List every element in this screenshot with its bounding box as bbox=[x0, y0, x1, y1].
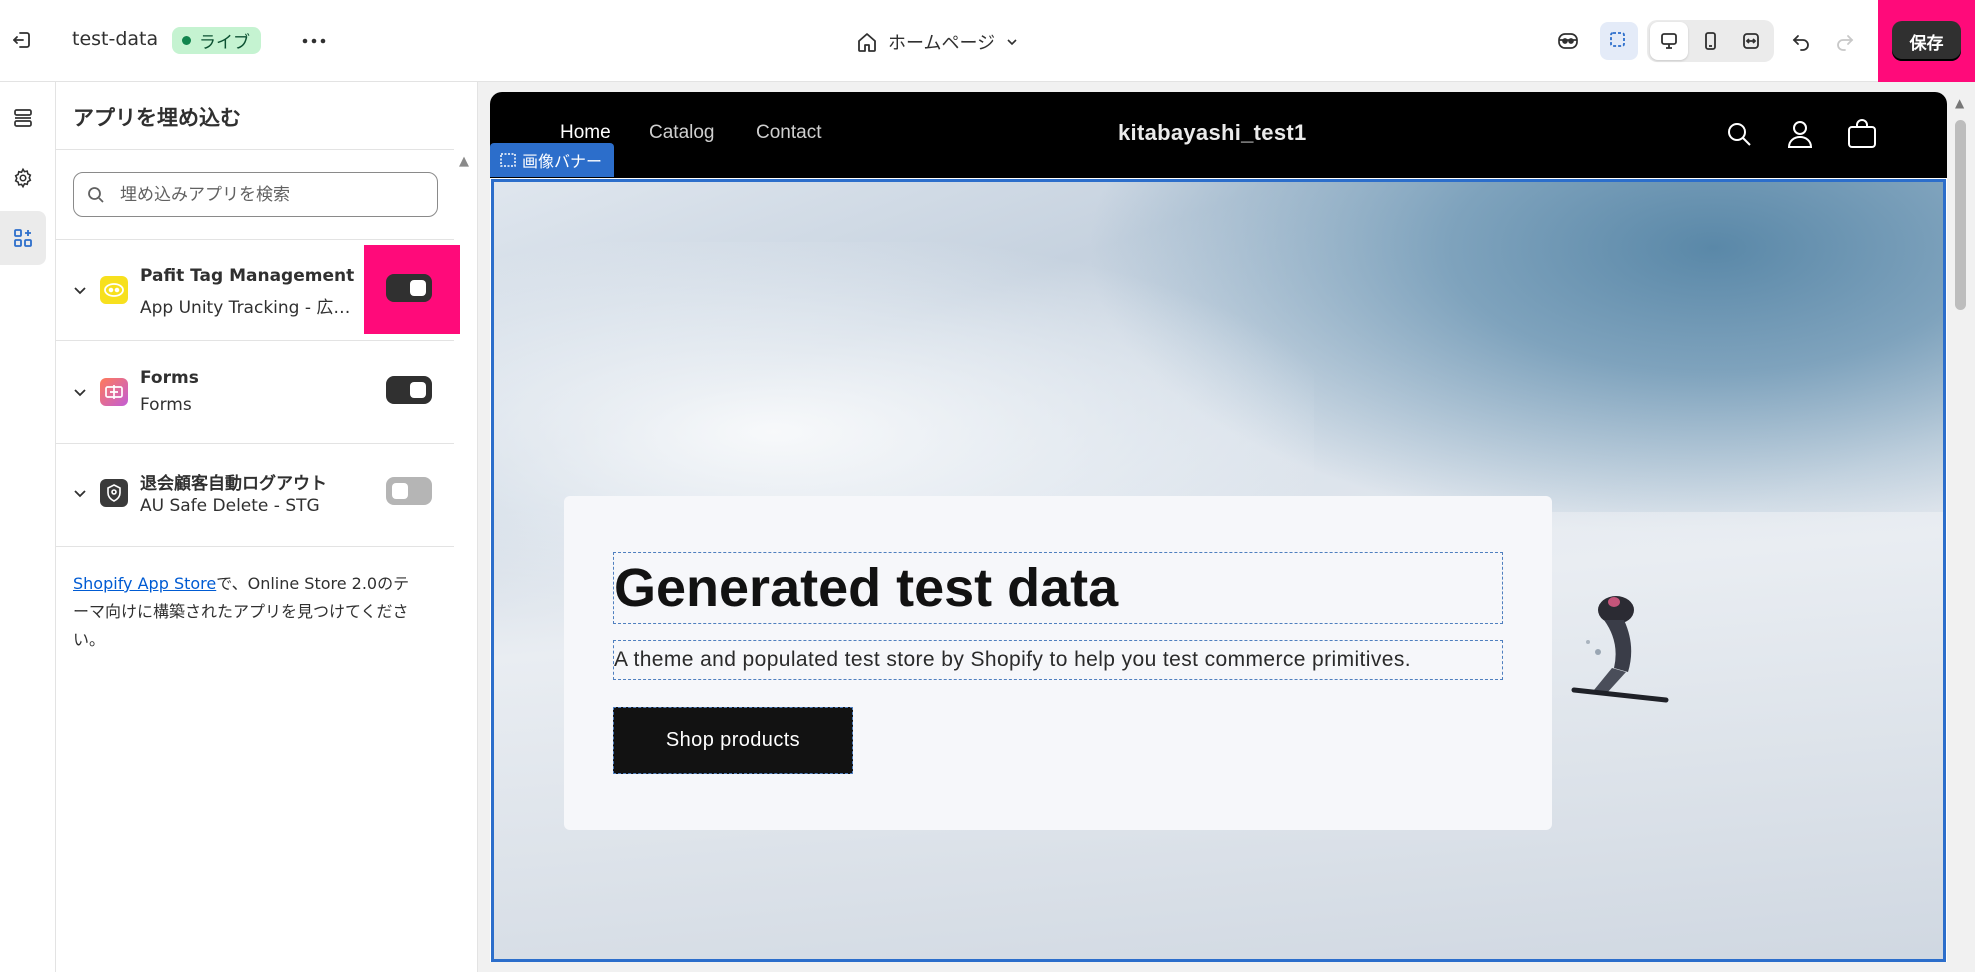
desktop-view-button[interactable] bbox=[1650, 22, 1688, 60]
section-tag-image-banner[interactable]: 画像バナー bbox=[490, 143, 615, 177]
store-search-button[interactable] bbox=[1721, 116, 1757, 152]
banner-heading: Generated test data bbox=[614, 558, 1119, 618]
user-icon bbox=[1787, 121, 1813, 148]
section-tag-label: 画像バナー bbox=[522, 152, 603, 171]
pafit-logo-icon bbox=[100, 276, 128, 304]
cart-icon bbox=[1848, 119, 1876, 148]
account-button[interactable] bbox=[1782, 116, 1818, 152]
app-name: Forms bbox=[140, 368, 199, 388]
undo-button[interactable] bbox=[1782, 22, 1820, 60]
section-icon bbox=[500, 153, 516, 167]
app-subtitle: AU Safe Delete - STG bbox=[140, 496, 320, 516]
rail-item-app-embeds[interactable] bbox=[0, 211, 46, 265]
nav-link-home[interactable]: Home bbox=[560, 122, 611, 144]
app-embed-row-pafit: Pafit Tag Management App Unity Tracking … bbox=[56, 240, 460, 340]
panel-divider bbox=[56, 149, 454, 150]
cart-button[interactable] bbox=[1844, 116, 1880, 152]
scrollbar-thumb[interactable] bbox=[1955, 120, 1966, 310]
undo-icon bbox=[1792, 35, 1809, 51]
ai-assistant-button[interactable] bbox=[1549, 22, 1587, 60]
panel-title: アプリを埋め込む bbox=[73, 106, 241, 130]
preview-scrollbar[interactable]: ▲ bbox=[1951, 92, 1971, 962]
app-subtitle: Forms bbox=[140, 395, 192, 415]
app-subtitle: App Unity Tracking - 広告連携 bbox=[140, 298, 362, 318]
live-status-badge: ライブ bbox=[172, 27, 261, 54]
safe-delete-logo-icon bbox=[100, 479, 128, 507]
gear-icon bbox=[14, 167, 32, 189]
search-icon bbox=[1728, 123, 1751, 146]
expand-icon bbox=[1743, 33, 1759, 49]
top-bar: test-data ライブ ホームページ 保存 bbox=[0, 0, 1975, 88]
inspector-toggle-button[interactable] bbox=[1600, 22, 1638, 60]
banner-content-card: Generated test data A theme and populate… bbox=[564, 496, 1552, 830]
exit-icon bbox=[13, 32, 30, 48]
app-store-footer: Shopify App Storeで、Online Store 2.0のテーマ向… bbox=[73, 570, 418, 654]
heading-block[interactable]: Generated test data bbox=[613, 552, 1503, 624]
desktop-icon bbox=[1661, 33, 1677, 49]
mobile-view-button[interactable] bbox=[1691, 22, 1729, 60]
app-embed-row-safe-delete: 退会顧客自動ログアウト AU Safe Delete - STG bbox=[56, 443, 454, 543]
chevron-down-icon[interactable] bbox=[70, 280, 90, 300]
chevron-down-icon[interactable] bbox=[70, 382, 90, 402]
search-icon bbox=[88, 186, 104, 203]
device-view-group bbox=[1647, 20, 1774, 62]
app-embed-toggle-pafit[interactable] bbox=[386, 274, 432, 302]
sidekick-icon bbox=[1558, 33, 1578, 49]
store-header: Home Catalog Contact kitabayashi_test1 bbox=[490, 92, 1947, 178]
app-name: Pafit Tag Management bbox=[140, 266, 355, 286]
chevron-down-icon bbox=[1007, 39, 1017, 46]
shop-products-button[interactable]: Shop products bbox=[613, 707, 853, 774]
app-embed-row-forms: Forms Forms bbox=[56, 342, 454, 442]
app-embed-toggle-safe-delete[interactable] bbox=[386, 477, 432, 505]
redo-icon bbox=[1837, 35, 1854, 51]
panel-scroll-up-icon[interactable]: ▲ bbox=[459, 154, 469, 169]
app-embed-toggle-forms[interactable] bbox=[386, 376, 432, 404]
fullscreen-view-button[interactable] bbox=[1732, 22, 1770, 60]
ellipsis-icon bbox=[302, 38, 326, 44]
redo-button[interactable] bbox=[1826, 22, 1864, 60]
live-badge-label: ライブ bbox=[199, 33, 250, 53]
rail-item-sections[interactable] bbox=[0, 91, 46, 145]
banner-subtext: A theme and populated test store by Shop… bbox=[614, 648, 1411, 671]
store-name: test-data bbox=[72, 28, 159, 50]
snowboarder-image bbox=[1571, 596, 1669, 703]
save-button[interactable]: 保存 bbox=[1892, 21, 1961, 61]
app-embeds-panel: アプリを埋め込む ▲ Pafit Tag Management App Unit… bbox=[56, 82, 478, 972]
rail-item-theme-settings[interactable] bbox=[0, 151, 46, 205]
image-banner[interactable]: Generated test data A theme and populate… bbox=[491, 179, 1946, 962]
app-search-input[interactable] bbox=[120, 184, 420, 205]
panel-divider bbox=[56, 340, 454, 341]
nav-link-catalog[interactable]: Catalog bbox=[649, 122, 715, 144]
app-search-field[interactable] bbox=[73, 172, 438, 217]
apps-icon bbox=[14, 229, 32, 247]
text-block[interactable]: A theme and populated test store by Shop… bbox=[613, 640, 1503, 680]
forms-logo-icon bbox=[100, 378, 128, 406]
panel-divider bbox=[56, 546, 454, 547]
sections-icon bbox=[14, 109, 32, 127]
mobile-icon bbox=[1705, 32, 1716, 50]
app-name: 退会顧客自動ログアウト bbox=[140, 474, 327, 494]
store-preview: Home Catalog Contact kitabayashi_test1 画… bbox=[490, 92, 1947, 962]
nav-link-contact[interactable]: Contact bbox=[756, 122, 821, 144]
store-logo[interactable]: kitabayashi_test1 bbox=[1118, 120, 1307, 146]
home-icon bbox=[858, 33, 876, 52]
cursor-select-icon bbox=[1610, 32, 1625, 47]
scroll-up-icon[interactable]: ▲ bbox=[1955, 96, 1964, 110]
more-actions-button[interactable] bbox=[296, 24, 332, 58]
editor-rail bbox=[0, 82, 56, 972]
chevron-down-icon[interactable] bbox=[70, 483, 90, 503]
shopify-app-store-link[interactable]: Shopify App Store bbox=[73, 574, 216, 593]
live-dot-icon bbox=[182, 36, 191, 45]
exit-button[interactable] bbox=[6, 24, 38, 56]
page-selector[interactable]: ホームページ bbox=[850, 24, 1025, 60]
page-selector-label: ホームページ bbox=[888, 33, 996, 54]
